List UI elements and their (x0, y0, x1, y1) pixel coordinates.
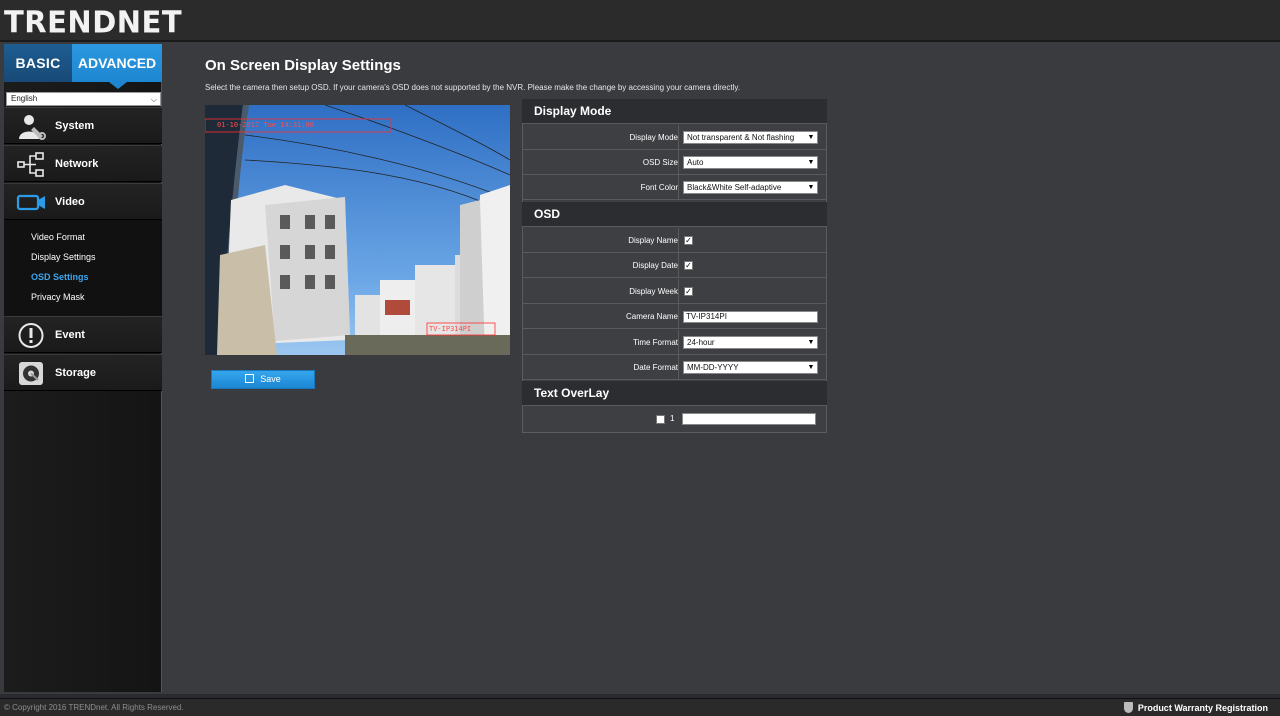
label-time-format: Time Format (522, 330, 679, 355)
row-display-week: Display Week ✓ (522, 279, 827, 304)
text-overlay-row: 1 (522, 408, 827, 432)
sidebar-item-video[interactable]: Video (4, 183, 162, 220)
active-tab-pointer (109, 82, 127, 89)
date-format-select[interactable]: MM-DD-YYYY ▼ (683, 361, 818, 374)
video-submenu: Video Format Display Settings OSD Settin… (4, 220, 162, 316)
sidebar-item-storage[interactable]: Storage (4, 354, 162, 391)
text-overlay-index: 1 (670, 414, 675, 423)
osd-name-overlay: TV-IP314PI (429, 325, 471, 333)
mode-tabs: BASIC ADVANCED (4, 44, 162, 90)
save-button[interactable]: Save (211, 370, 315, 389)
chevron-down-icon: ▼ (805, 362, 817, 373)
language-select[interactable]: English ⌵ (6, 92, 161, 106)
row-display-mode: Display Mode Not transparent & Not flash… (522, 125, 827, 150)
section-header-display-mode: Display Mode (522, 99, 827, 124)
label-display-week: Display Week (522, 279, 679, 304)
display-date-checkbox[interactable]: ✓ (684, 261, 693, 270)
row-time-format: Time Format 24-hour ▼ (522, 330, 827, 355)
sidebar-label-network: Network (55, 158, 99, 170)
sidebar-item-system[interactable]: System (4, 107, 162, 144)
font-color-value: Black&White Self-adaptive (687, 183, 782, 192)
row-osd-size: OSD Size Auto ▼ (522, 150, 827, 175)
save-button-label: Save (260, 374, 281, 384)
display-mode-select[interactable]: Not transparent & Not flashing ▼ (683, 131, 818, 144)
row-date-format: Date Format MM-DD-YYYY ▼ (522, 355, 827, 380)
camera-name-input[interactable]: TV-IP314PI (683, 311, 818, 323)
page-title: On Screen Display Settings (205, 57, 401, 74)
row-camera-name: Camera Name TV-IP314PI (522, 304, 827, 329)
label-font-color: Font Color (522, 175, 679, 200)
video-camera-icon (16, 194, 45, 211)
network-icon (17, 152, 44, 177)
trendnet-logo: TRENDNET (4, 4, 183, 40)
save-disk-icon (245, 374, 255, 383)
copyright-text: © Copyright 2016 TRENDnet. All Rights Re… (4, 703, 184, 712)
chevron-down-icon: ▼ (805, 157, 817, 168)
submenu-privacy-mask[interactable]: Privacy Mask (31, 292, 85, 302)
chevron-down-icon: ▼ (805, 132, 817, 143)
chevron-down-icon: ▼ (805, 182, 817, 193)
time-format-select[interactable]: 24-hour ▼ (683, 336, 818, 349)
warranty-label: Product Warranty Registration (1137, 703, 1268, 713)
row-display-name: Display Name ✓ (522, 228, 827, 253)
time-format-value: 24-hour (687, 338, 715, 347)
submenu-display-settings[interactable]: Display Settings (31, 252, 96, 262)
display-name-checkbox[interactable]: ✓ (684, 236, 693, 245)
row-font-color: Font Color Black&White Self-adaptive ▼ (522, 175, 827, 200)
section-header-osd: OSD (522, 202, 827, 227)
camera-preview: 01-10-2017 Tue 14:31:00 TV-IP314PI (205, 105, 510, 355)
top-bar: TRENDNET (0, 0, 1280, 42)
shield-icon (1123, 702, 1133, 713)
date-format-value: MM-DD-YYYY (687, 363, 739, 372)
sidebar-item-network[interactable]: Network (4, 145, 162, 182)
warranty-link[interactable]: Product Warranty Registration (1123, 702, 1268, 713)
sidebar-label-storage: Storage (55, 367, 96, 379)
sidebar-label-event: Event (55, 329, 85, 341)
osd-size-select[interactable]: Auto ▼ (683, 156, 818, 169)
footer: © Copyright 2016 TRENDnet. All Rights Re… (0, 698, 1280, 716)
tab-advanced[interactable]: ADVANCED (72, 44, 162, 82)
label-display-name: Display Name (522, 228, 679, 253)
font-color-select[interactable]: Black&White Self-adaptive ▼ (683, 181, 818, 194)
sidebar-item-event[interactable]: Event (4, 316, 162, 353)
osd-size-value: Auto (687, 158, 704, 167)
tab-basic[interactable]: BASIC (4, 44, 72, 82)
chevron-down-icon: ⌵ (150, 95, 157, 104)
row-display-date: Display Date ✓ (522, 253, 827, 278)
language-value: English (11, 94, 38, 103)
storage-icon (19, 362, 43, 385)
text-overlay-checkbox[interactable] (656, 415, 665, 424)
label-osd-size: OSD Size (522, 150, 679, 175)
label-display-date: Display Date (522, 253, 679, 278)
label-date-format: Date Format (522, 355, 679, 380)
display-week-checkbox[interactable]: ✓ (684, 287, 693, 296)
page-instructions: Select the camera then setup OSD. If you… (205, 83, 740, 92)
display-mode-value: Not transparent & Not flashing (687, 133, 795, 142)
sidebar-label-video: Video (55, 196, 85, 208)
chevron-down-icon: ▼ (805, 337, 817, 348)
label-display-mode: Display Mode (522, 125, 679, 150)
osd-datetime-overlay: 01-10-2017 Tue 14:31:00 (217, 121, 314, 129)
text-overlay-input[interactable] (682, 413, 816, 425)
submenu-video-format[interactable]: Video Format (31, 232, 85, 242)
camera-preview-image: 01-10-2017 Tue 14:31:00 TV-IP314PI (205, 105, 510, 355)
sidebar-label-system: System (55, 120, 95, 132)
label-camera-name: Camera Name (522, 304, 679, 329)
system-icon (19, 115, 46, 140)
submenu-osd-settings[interactable]: OSD Settings (31, 272, 89, 282)
alert-icon (18, 323, 44, 348)
section-header-text-overlay: Text OverLay (522, 381, 827, 406)
